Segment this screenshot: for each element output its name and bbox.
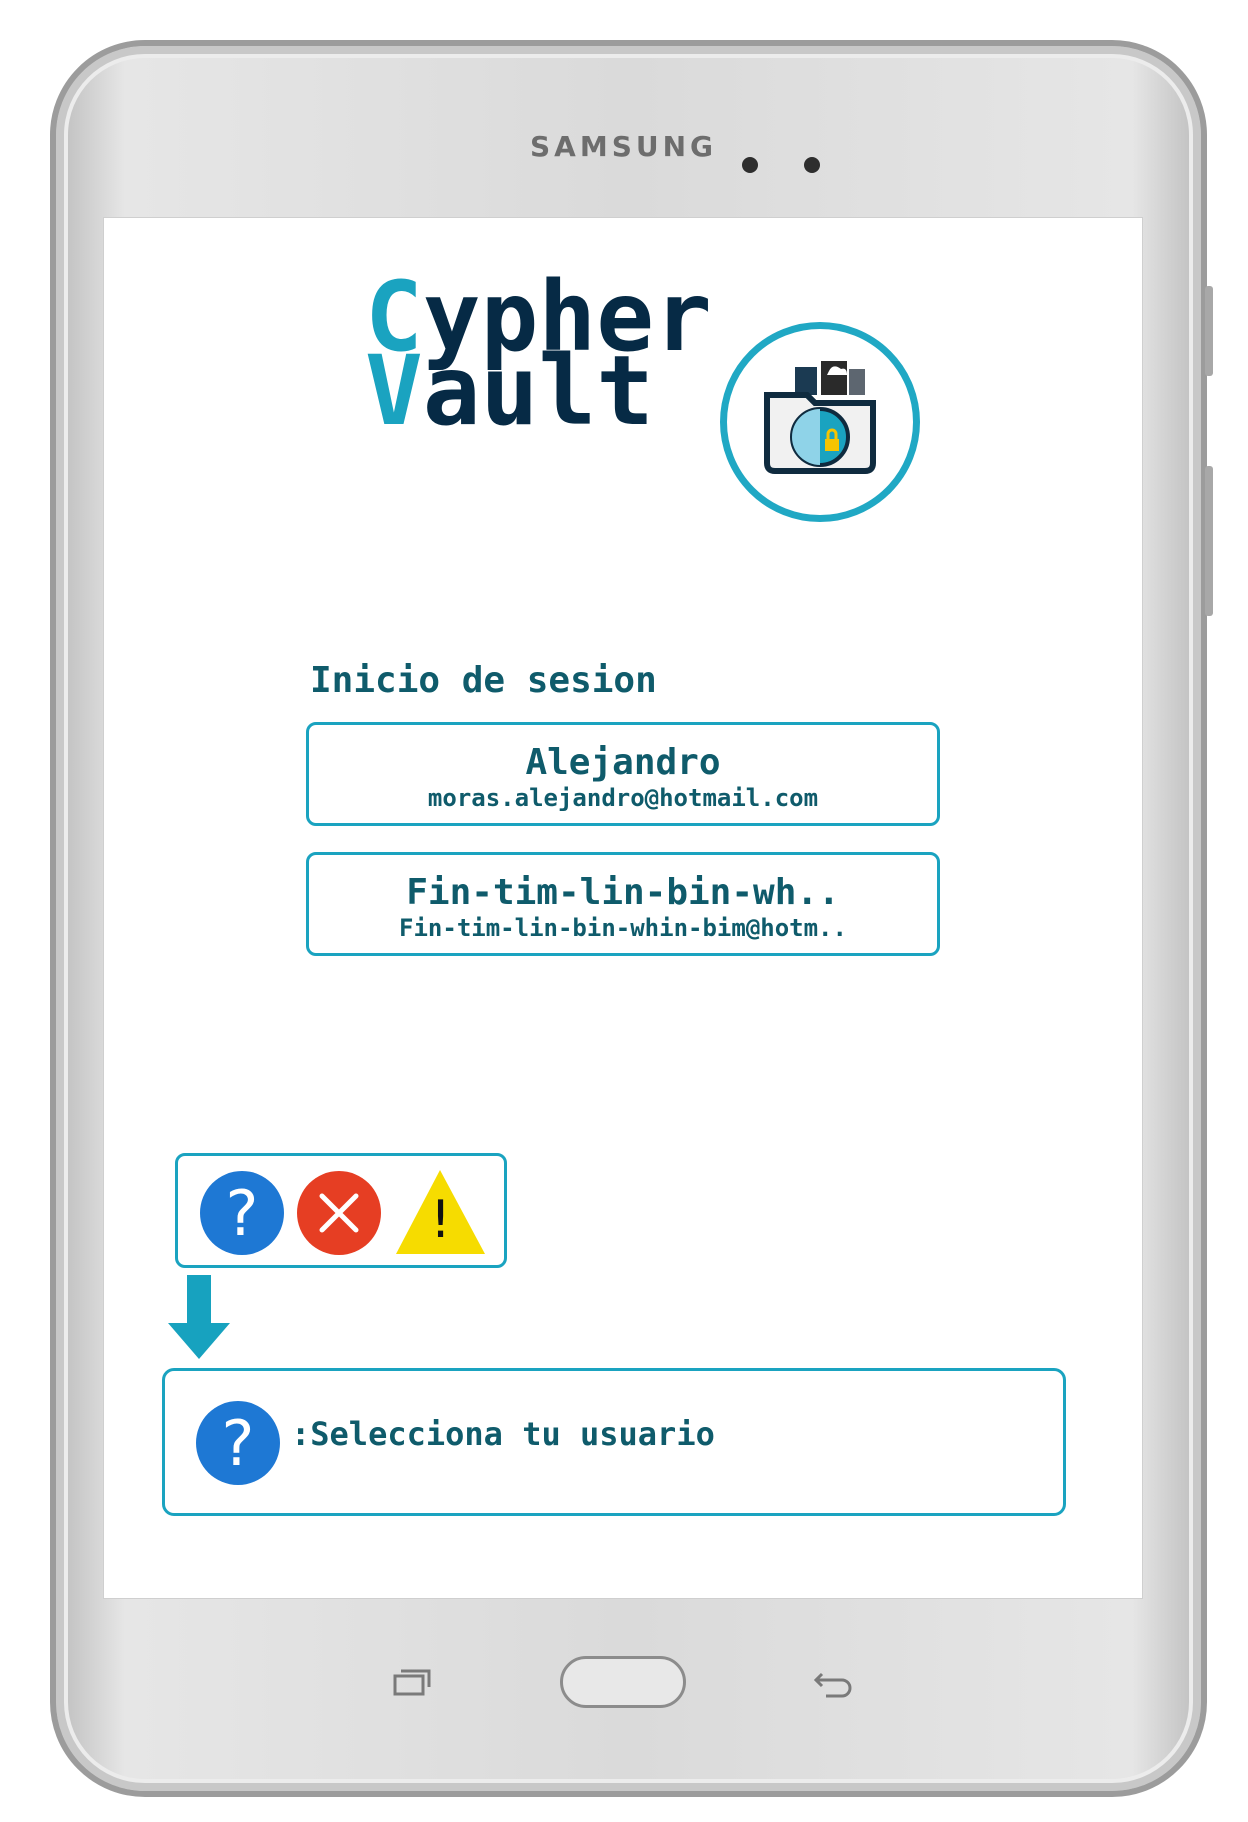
volume-button xyxy=(1205,286,1213,376)
message-text: :Selecciona tu usuario xyxy=(291,1415,715,1453)
user-card-alejandro[interactable]: Alejandro moras.alejandro@hotmail.com xyxy=(306,722,940,826)
user-card-fin-tim[interactable]: Fin-tim-lin-bin-wh.. Fin-tim-lin-bin-whi… xyxy=(306,852,940,956)
message-box: ? :Selecciona tu usuario xyxy=(162,1368,1066,1516)
device-brand: SAMSUNG xyxy=(530,130,718,163)
help-icon: ? xyxy=(196,1401,280,1485)
user-email: moras.alejandro@hotmail.com xyxy=(427,784,819,812)
recent-apps-icon[interactable] xyxy=(392,1668,432,1702)
power-button xyxy=(1205,466,1213,616)
home-button[interactable] xyxy=(560,1656,686,1708)
user-name: Fin-tim-lin-bin-wh.. xyxy=(406,872,840,913)
camera-dot-right xyxy=(804,157,820,173)
vault-folder-lock-icon xyxy=(720,322,920,522)
logo-line-2: Vault xyxy=(365,335,654,447)
back-icon[interactable] xyxy=(812,1668,852,1702)
page-title: Inicio de sesion xyxy=(310,660,657,701)
arrow-down-icon xyxy=(168,1275,230,1363)
help-icon: ? xyxy=(200,1171,284,1255)
warning-icon: ! xyxy=(393,1166,488,1258)
status-icons-panel: ? ! xyxy=(175,1153,507,1268)
camera-dot-left xyxy=(742,157,758,173)
user-name: Alejandro xyxy=(525,742,721,783)
user-email: Fin-tim-lin-bin-whin-bim@hotm.. xyxy=(399,914,847,942)
close-icon xyxy=(297,1171,381,1255)
